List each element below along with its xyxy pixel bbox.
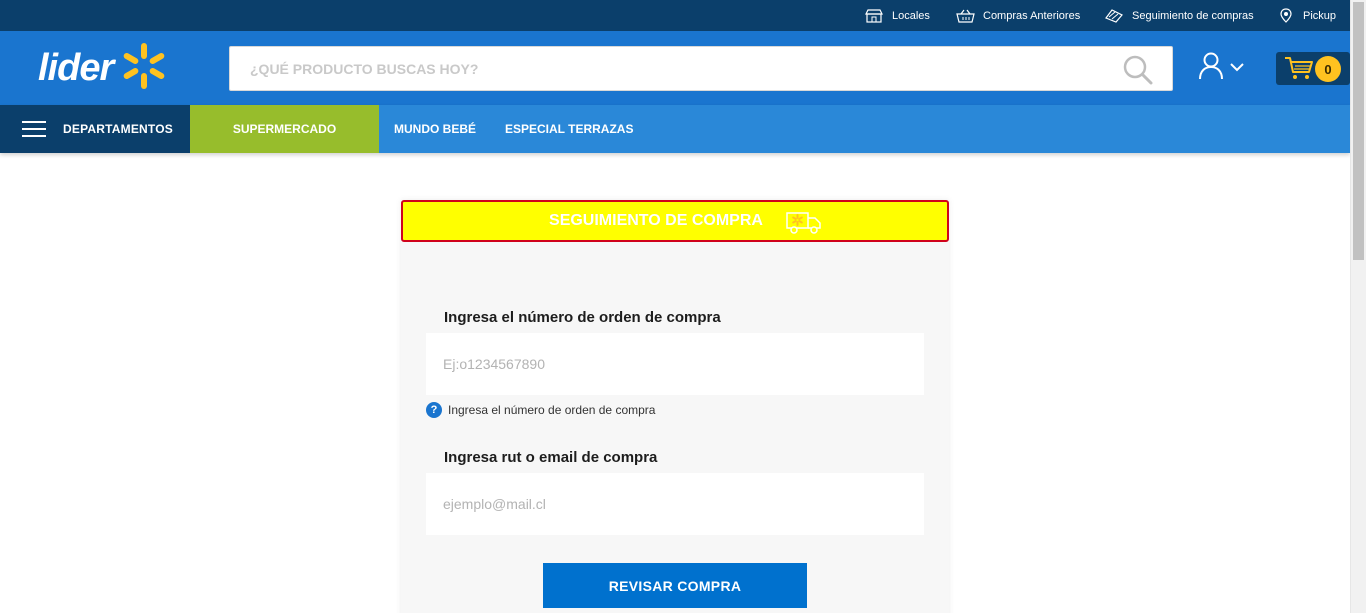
topbar-link-label: Seguimiento de compras bbox=[1132, 9, 1254, 22]
help-icon[interactable]: ? bbox=[426, 402, 442, 418]
cart-count-badge: 0 bbox=[1315, 56, 1341, 82]
cart-icon bbox=[1284, 56, 1314, 85]
order-tracking-title: SEGUIMIENTO DE COMPRA bbox=[549, 212, 763, 229]
topbar-link-locales[interactable]: Locales bbox=[864, 0, 930, 31]
delivery-truck-icon bbox=[786, 210, 822, 239]
cart-button[interactable]: 0 bbox=[1276, 52, 1350, 85]
account-menu-button[interactable] bbox=[1198, 51, 1252, 85]
check-order-button[interactable]: REVISAR COMPRA bbox=[543, 563, 807, 608]
top-utility-bar: Locales Compras Anteriores Seguimiento d… bbox=[0, 0, 1350, 31]
scrollbar-thumb[interactable] bbox=[1353, 2, 1364, 260]
lider-logo[interactable]: lider bbox=[38, 41, 198, 95]
search-button[interactable] bbox=[1122, 54, 1154, 86]
walmart-spark-icon bbox=[119, 41, 169, 96]
page-scrollbar[interactable] bbox=[1350, 0, 1366, 613]
basket-icon bbox=[956, 9, 975, 23]
logo-wordmark: lider bbox=[38, 46, 114, 89]
order-number-hint-text: Ingresa el número de orden de compra bbox=[448, 403, 656, 417]
nav-item-supermercado[interactable]: SUPERMERCADO bbox=[190, 105, 379, 153]
order-number-label: Ingresa el número de orden de compra bbox=[444, 309, 721, 326]
topbar-link-compras-anteriores[interactable]: Compras Anteriores bbox=[956, 0, 1080, 31]
topbar-link-label: Compras Anteriores bbox=[983, 9, 1081, 22]
category-nav: DEPARTAMENTOS SUPERMERCADO MUNDO BEBÉ ES… bbox=[0, 105, 1350, 153]
store-icon bbox=[864, 8, 884, 23]
topbar-link-pickup[interactable]: Pickup bbox=[1279, 0, 1336, 31]
location-pin-icon bbox=[1279, 8, 1295, 23]
order-number-hint: ? Ingresa el número de orden de compra bbox=[426, 402, 655, 418]
topbar-link-seguimiento[interactable]: Seguimiento de compras bbox=[1104, 0, 1254, 31]
search-bar bbox=[229, 46, 1173, 91]
nav-item-mundo-bebe[interactable]: MUNDO BEBÉ bbox=[394, 105, 476, 153]
order-number-input[interactable] bbox=[426, 333, 924, 395]
search-input[interactable] bbox=[230, 47, 1110, 90]
order-tracking-header: SEGUIMIENTO DE COMPRA bbox=[401, 200, 949, 242]
user-icon bbox=[1198, 52, 1224, 85]
chevron-down-icon bbox=[1230, 59, 1244, 77]
search-icon bbox=[1122, 55, 1154, 90]
tracking-icon bbox=[1104, 8, 1124, 23]
topbar-link-label: Pickup bbox=[1303, 9, 1337, 22]
nav-item-especial-terrazas[interactable]: ESPECIAL TERRAZAS bbox=[505, 105, 633, 153]
main-header: lider ¿QUÉ PRODUCTO BUSCAS HOY? 0 bbox=[0, 31, 1350, 105]
page: Locales Compras Anteriores Seguimiento d… bbox=[0, 0, 1366, 613]
departments-label: DEPARTAMENTOS bbox=[63, 122, 173, 136]
hamburger-menu-icon bbox=[22, 121, 46, 138]
order-tracking-card: SEGUIMIENTO DE COMPRA Ingresa el número … bbox=[401, 200, 949, 613]
departments-menu-button[interactable]: DEPARTAMENTOS bbox=[0, 105, 190, 153]
rut-email-label: Ingresa rut o email de compra bbox=[444, 449, 658, 466]
topbar-link-label: Locales bbox=[892, 9, 930, 22]
rut-email-input[interactable] bbox=[426, 473, 924, 535]
